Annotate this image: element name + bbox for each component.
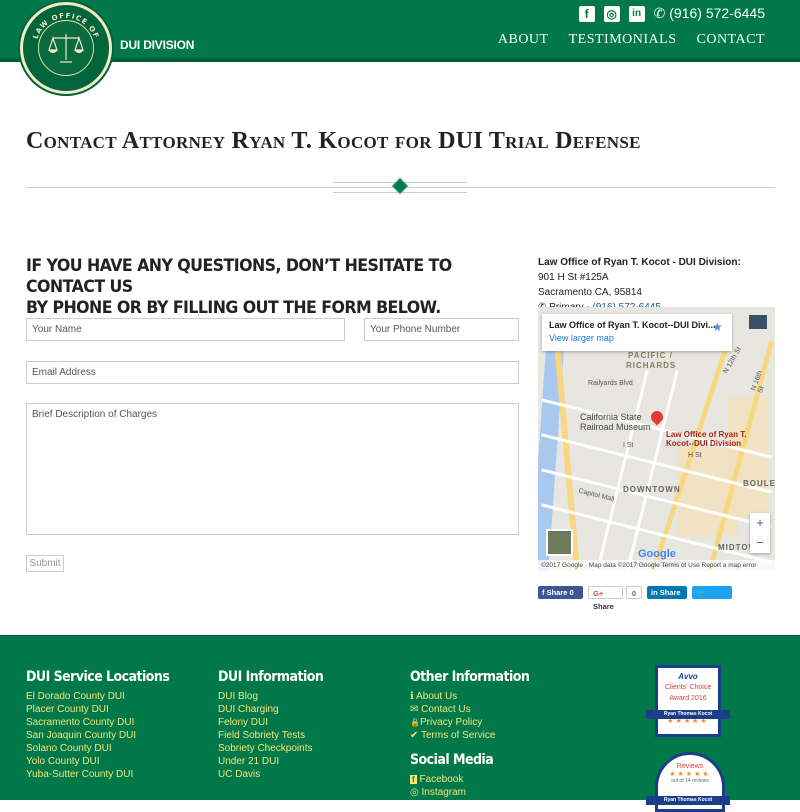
linkedin-icon: in	[651, 588, 660, 597]
footer-link[interactable]: Sobriety Checkpoints	[218, 742, 335, 755]
footer-link[interactable]: Yolo County DUI	[26, 755, 185, 768]
division-label: DUI DIVISION	[120, 38, 195, 52]
map-zoom-controls: + −	[750, 513, 770, 553]
map-place-title: Law Office of Ryan T. Kocot--DUI Divi...	[549, 320, 716, 330]
rating-stars: ★★★★★	[669, 771, 711, 778]
map-place-card: Law Office of Ryan T. Kocot--DUI Divi...…	[542, 314, 732, 351]
envelope-icon: ✉	[410, 704, 419, 715]
footer-dui-information: DUI Information DUI Blog DUI Charging Fe…	[218, 669, 335, 781]
address-line1: 901 H St #125A	[538, 272, 609, 283]
place-thumbnail[interactable]	[749, 315, 767, 329]
tweet-button[interactable]: 🐦 Tweet	[692, 586, 732, 610]
google-share-count: 0	[626, 586, 642, 599]
header-topbar: f ◎ in ✆ (916) 572-6445	[578, 5, 765, 22]
footer-link[interactable]: Sacramento County DUI	[26, 716, 185, 729]
avvo-clients-choice-badge[interactable]: Avvo Clients' Choice Award 2016 Ryan Tho…	[646, 665, 730, 737]
map-pin-label: Law Office of Ryan T. Kocot--DUI Divisio…	[666, 430, 747, 448]
google-logo: Google	[638, 548, 676, 560]
svg-text:RYAN T. KOCOT: RYAN T. KOCOT	[31, 63, 102, 90]
linkedin-icon[interactable]: in	[628, 5, 645, 22]
contact-info: Law Office of Ryan T. Kocot - DUI Divisi…	[538, 255, 741, 315]
save-star-icon[interactable]: ★	[712, 320, 723, 334]
satellite-toggle[interactable]	[546, 529, 573, 556]
zoom-in-button[interactable]: +	[750, 513, 770, 533]
footer-instagram-link[interactable]: ◎ Instagram	[410, 786, 543, 799]
instagram-icon: ◎	[410, 787, 419, 798]
footer-link[interactable]: Felony DUI	[218, 716, 335, 729]
google-map[interactable]: PACIFIC / RICHARDS Railyards Blvd Califo…	[538, 307, 775, 571]
zoom-out-button[interactable]: −	[750, 533, 770, 553]
footer-link[interactable]: Placer County DUI	[26, 703, 185, 716]
footer-link[interactable]: El Dorado County DUI	[26, 690, 185, 703]
footer-contact-link[interactable]: ✉ Contact Us	[410, 703, 543, 716]
logo[interactable]: LAW OFFICE OF RYAN T. KOCOT	[20, 2, 112, 94]
header-phone[interactable]: ✆ (916) 572-6445	[654, 5, 765, 22]
footer-terms-link[interactable]: ✔ Terms of Service	[410, 729, 543, 742]
footer-link[interactable]: Yuba-Sutter County DUI	[26, 768, 185, 781]
footer-link[interactable]: DUI Charging	[218, 703, 335, 716]
site-header: DUI DIVISION f ◎ in ✆ (916) 572-6445 ABO…	[0, 0, 800, 62]
footer-other-information: Other Information ℹ About Us ✉ Contact U…	[410, 669, 543, 799]
page-title: Contact Attorney Ryan T. Kocot for DUI T…	[26, 128, 641, 154]
instagram-icon[interactable]: ◎	[603, 5, 620, 22]
footer-link[interactable]: Under 21 DUI	[218, 755, 335, 768]
facebook-icon[interactable]: f	[578, 5, 595, 22]
google-share-button[interactable]: G+ Share	[588, 586, 623, 611]
office-name: Law Office of Ryan T. Kocot - DUI Divisi…	[538, 257, 741, 268]
twitter-icon: 🐦	[696, 588, 706, 597]
footer-privacy-link[interactable]: 🔒Privacy Policy	[410, 716, 543, 729]
linkedin-share-button[interactable]: in Share	[647, 586, 687, 599]
main-nav: ABOUT TESTIMONIALS CONTACT	[498, 32, 765, 48]
view-larger-map-link[interactable]: View larger map	[549, 333, 725, 343]
phone-icon: ✆	[653, 5, 670, 21]
map-attribution[interactable]: ©2017 Google · Map data ©2017 Google Ter…	[538, 560, 775, 571]
info-icon: ℹ	[410, 691, 414, 702]
footer-link[interactable]: DUI Blog	[218, 690, 335, 703]
google-plus-icon: G+	[593, 589, 604, 598]
footer-link[interactable]: UC Davis	[218, 768, 335, 781]
form-heading: IF YOU HAVE ANY QUESTIONS, DON’T HESITAT…	[26, 256, 452, 318]
nav-contact[interactable]: CONTACT	[697, 32, 766, 48]
footer-link[interactable]: Solano County DUI	[26, 742, 185, 755]
nav-testimonials[interactable]: TESTIMONIALS	[569, 32, 677, 48]
footer-about-link[interactable]: ℹ About Us	[410, 690, 543, 703]
name-input[interactable]: Your Name	[26, 318, 345, 341]
footer-facebook-link[interactable]: f Facebook	[410, 773, 543, 786]
nav-about[interactable]: ABOUT	[498, 32, 549, 48]
lock-icon: 🔒	[410, 718, 420, 727]
email-input[interactable]: Email Address	[26, 361, 519, 384]
scales-icon	[48, 34, 84, 63]
facebook-icon: f	[410, 775, 417, 784]
check-icon: ✔	[410, 730, 419, 741]
footer-link[interactable]: San Joaquin County DUI	[26, 729, 185, 742]
address-line2: Sacramento CA, 95814	[538, 287, 642, 298]
facebook-share-button[interactable]: f Share 0	[538, 586, 583, 599]
description-textarea[interactable]: Brief Description of Charges	[26, 403, 519, 535]
submit-button[interactable]: Submit	[26, 555, 64, 572]
phone-input[interactable]: Your Phone Number	[364, 318, 519, 341]
footer-link[interactable]: Field Sobriety Tests	[218, 729, 335, 742]
footer-service-locations: DUI Service Locations El Dorado County D…	[26, 669, 185, 781]
